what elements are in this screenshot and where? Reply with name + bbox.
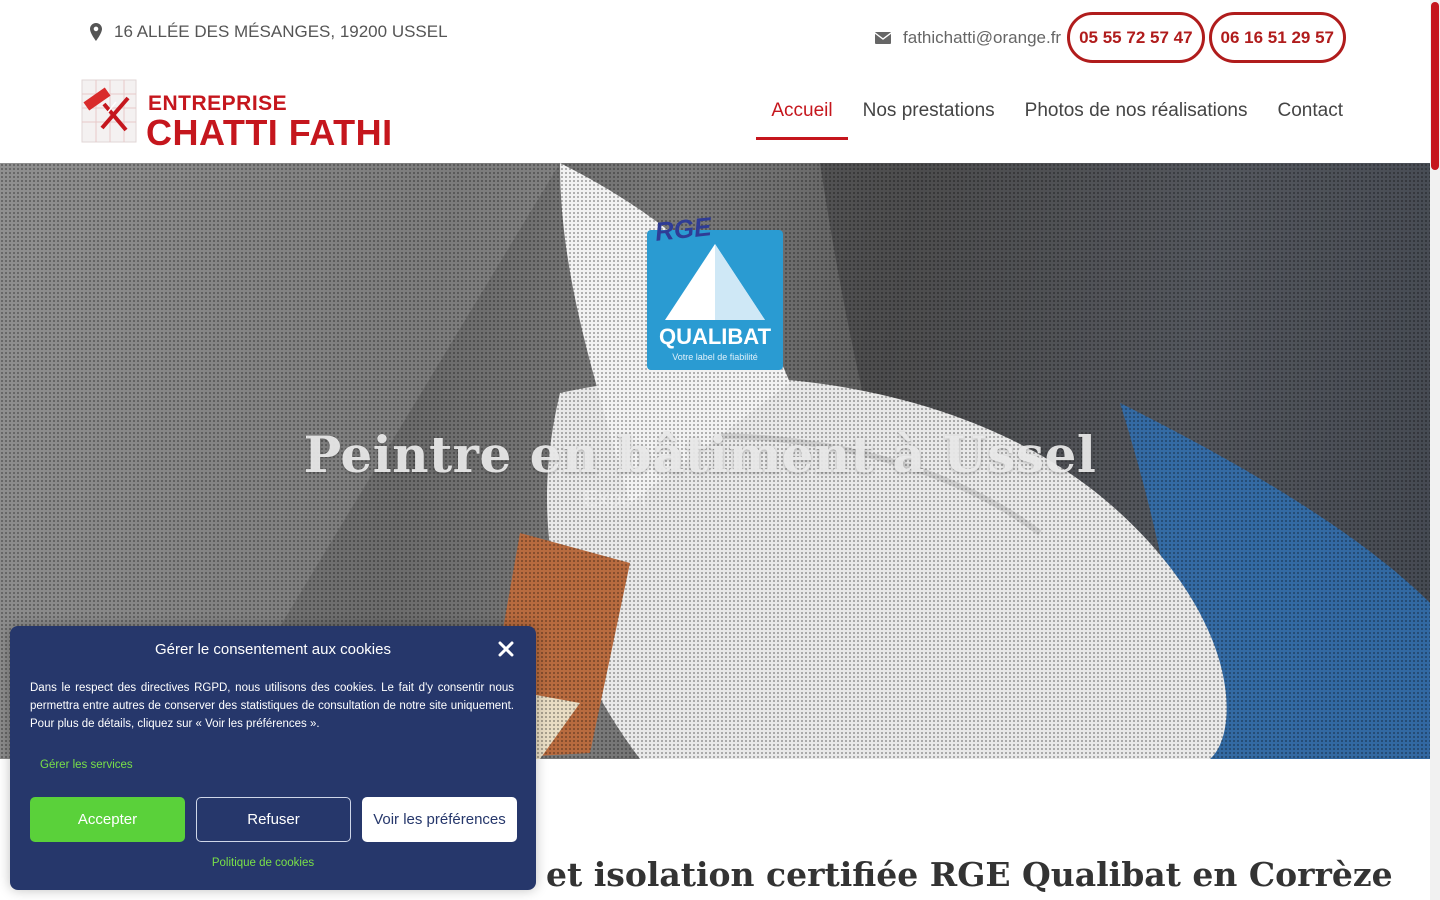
rge-qualibat-badge: RGE QUALIBAT Votre label de fiabilité	[647, 211, 783, 370]
section-heading-text: et isolation certifiée RGE Qualibat en C…	[546, 855, 1393, 894]
email-link[interactable]: fathichatti@orange.fr	[875, 28, 1061, 48]
map-pin-icon	[90, 23, 102, 41]
nav-item-accueil[interactable]: Accueil	[756, 88, 848, 140]
hero-subtitle: Expert	[583, 486, 647, 511]
contact-info: fathichatti@orange.fr 05 55 72 57 47 06 …	[875, 12, 1346, 63]
cookie-text: Dans le respect des directives RGPD, nou…	[30, 682, 514, 730]
preferences-button[interactable]: Voir les préférences	[362, 797, 517, 842]
phone-button-2[interactable]: 06 16 51 29 57	[1208, 12, 1346, 63]
cookie-title: Gérer le consentement aux cookies	[155, 641, 391, 658]
address: 16 ALLÉE DES MÉSANGES, 19200 USSEL	[90, 22, 448, 42]
page-scrollbar[interactable]	[1430, 0, 1440, 900]
address-text: 16 ALLÉE DES MÉSANGES, 19200 USSEL	[114, 22, 448, 41]
rge-label: RGE	[653, 211, 713, 247]
logo-line-2: CHATTI FATHI	[146, 112, 393, 153]
cookie-consent-banner: Gérer le consentement aux cookies Dans l…	[10, 626, 536, 890]
site-logo[interactable]: ENTREPRISE CHATTI FATHI	[76, 74, 396, 153]
refuse-button[interactable]: Refuser	[196, 797, 351, 842]
top-bar: 16 ALLÉE DES MÉSANGES, 19200 USSEL fathi…	[0, 0, 1430, 70]
cookie-buttons: Accepter Refuser Voir les préférences	[30, 797, 517, 842]
qualibat-name: QUALIBAT	[658, 324, 772, 349]
scrollbar-thumb[interactable]	[1431, 2, 1439, 170]
manage-services-link[interactable]: Gérer les services	[40, 759, 133, 771]
hero-title: Peintre en bâtiment à Ussel	[303, 425, 1097, 484]
nav-item-contact[interactable]: Contact	[1263, 88, 1358, 138]
email-text: fathichatti@orange.fr	[903, 27, 1062, 47]
paint-roller-logo-icon	[81, 79, 137, 143]
cookie-policy-link[interactable]: Politique de cookies	[10, 857, 516, 869]
nav-item-photos[interactable]: Photos de nos réalisations	[1010, 88, 1263, 138]
envelope-icon	[875, 31, 892, 44]
nav-item-prestations[interactable]: Nos prestations	[848, 88, 1010, 138]
qualibat-tagline: Votre label de fiabilité	[672, 352, 758, 362]
close-icon[interactable]	[496, 639, 516, 659]
main-nav: Accueil Nos prestations Photos de nos ré…	[756, 88, 1358, 140]
accept-button[interactable]: Accepter	[30, 797, 185, 842]
phone-button-1[interactable]: 05 55 72 57 47	[1067, 12, 1205, 63]
